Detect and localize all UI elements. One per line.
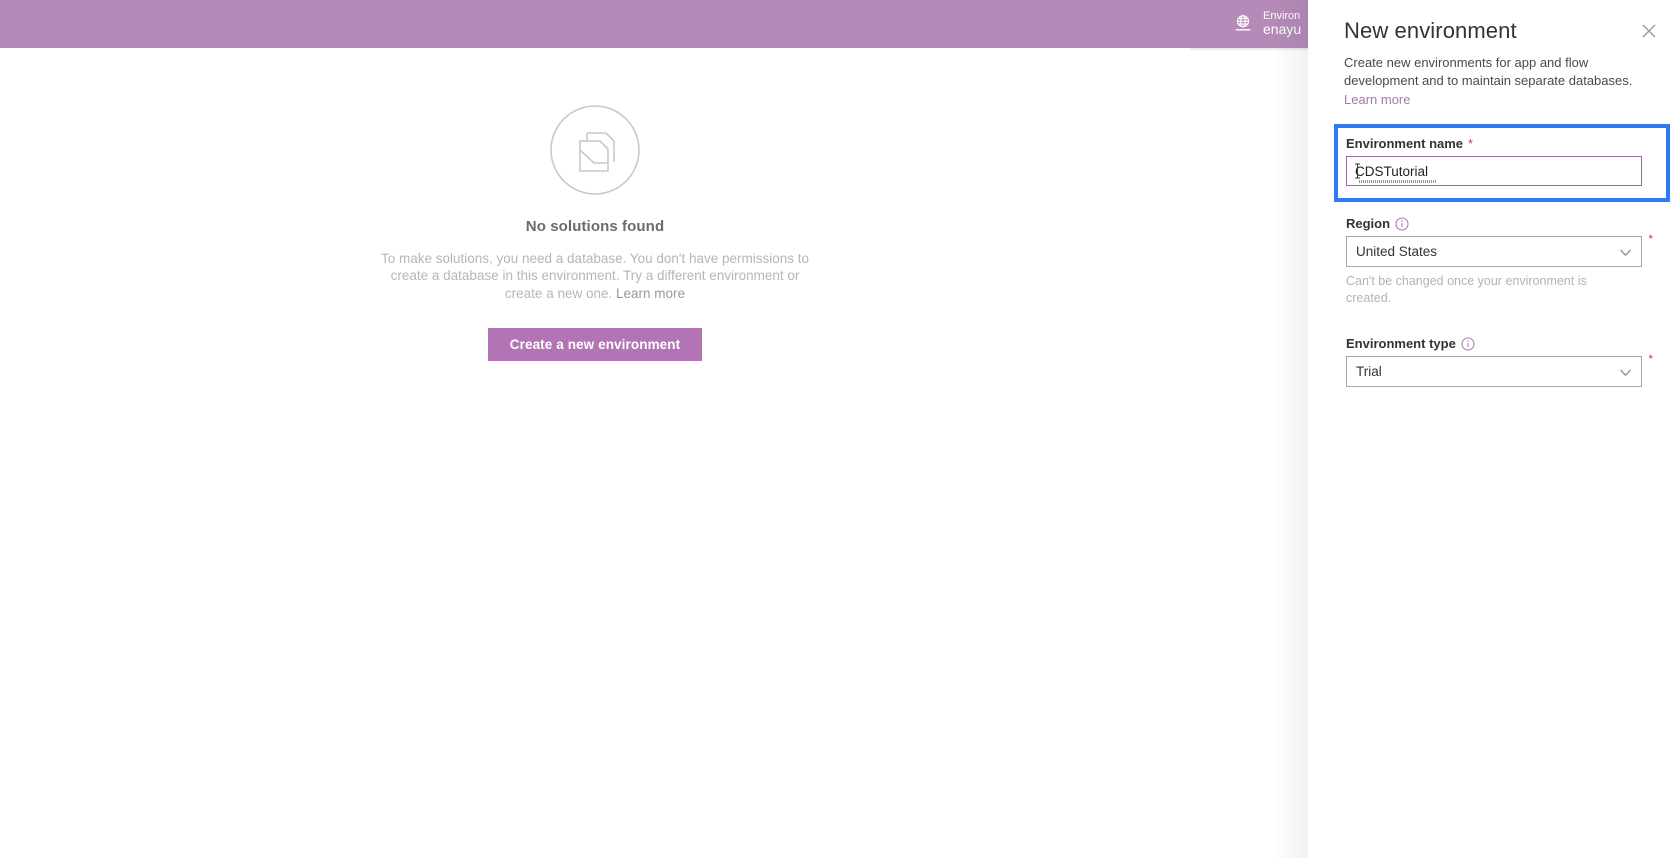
environment-name-label: Environment name * (1346, 136, 1642, 151)
main-content: No solutions found To make solutions, yo… (0, 48, 1190, 858)
environment-type-select[interactable]: Trial (1346, 356, 1642, 387)
environment-picker-text: Environ enayu (1263, 10, 1301, 38)
panel-learn-more-link[interactable]: Learn more (1344, 92, 1410, 107)
empty-state-learn-more-link[interactable]: Learn more (616, 286, 685, 301)
region-select[interactable]: United States (1346, 236, 1642, 267)
close-icon[interactable] (1638, 20, 1660, 42)
region-hint: Can't be changed once your environment i… (1346, 274, 1587, 305)
info-icon[interactable] (1461, 337, 1475, 351)
environment-name-input-wrap (1346, 156, 1642, 186)
environment-picker-value: enayu (1263, 21, 1302, 38)
environment-name-required-marker: * (1468, 136, 1474, 151)
empty-state-description-text: To make solutions, you need a database. … (380, 251, 810, 301)
create-a-new-environment-button[interactable]: Create a new environment (487, 327, 703, 361)
region-label-text: Region (1346, 216, 1391, 231)
empty-state-description: To make solutions, you need a database. … (380, 250, 810, 302)
panel-description-text: Create new environments for app and flow… (1344, 55, 1633, 89)
environment-type-field: Environment type Trial * (1346, 336, 1653, 387)
region-label: Region (1346, 216, 1642, 231)
environment-type-selected-value: Trial (1356, 364, 1382, 379)
environment-type-label-text: Environment type (1346, 336, 1456, 351)
environment-name-label-text: Environment name (1346, 136, 1464, 151)
region-required-marker: * (1648, 232, 1653, 246)
chevron-down-icon (1619, 246, 1632, 259)
panel-header: New environment (1308, 0, 1680, 44)
globe-environment-icon (1232, 13, 1254, 35)
panel-left-shadow (1272, 0, 1308, 858)
environment-type-label: Environment type (1346, 336, 1642, 351)
environment-picker[interactable]: Environ enayu (1228, 0, 1301, 48)
region-selected-value: United States (1356, 244, 1438, 259)
no-solutions-document-icon (549, 104, 641, 196)
chevron-down-icon (1619, 366, 1632, 379)
panel-description: Create new environments for app and flow… (1344, 54, 1646, 109)
environment-name-input[interactable] (1346, 156, 1642, 186)
environment-type-select-row: Trial * (1346, 353, 1653, 387)
app-root: Environ enayu No solutions found To make… (0, 0, 1680, 858)
region-field: Region United States * Can't be changed … (1346, 216, 1653, 306)
panel-title: New environment (1344, 18, 1517, 43)
empty-state: No solutions found To make solutions, yo… (0, 104, 1190, 361)
environment-type-required-marker: * (1648, 352, 1653, 366)
new-environment-panel: New environment Create new environments … (1308, 0, 1680, 858)
empty-state-title: No solutions found (525, 218, 665, 235)
environment-name-field: Environment name * (1346, 136, 1642, 186)
info-icon[interactable] (1395, 217, 1409, 231)
region-select-row: United States * (1346, 233, 1653, 267)
